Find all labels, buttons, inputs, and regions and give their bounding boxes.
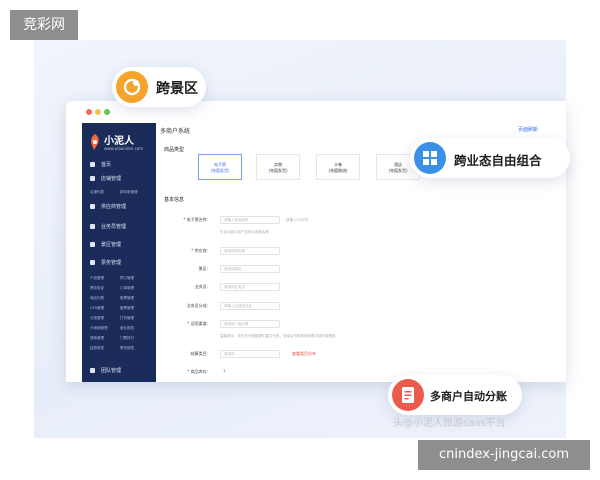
form-row: 可自动显示商户名称与商品名称 xyxy=(220,230,269,234)
refresh-link[interactable]: 页面刷新 xyxy=(518,126,538,133)
product-type-tile-eticket[interactable]: 电子票 (充值发货) xyxy=(198,154,242,180)
form-row: 结算类目: 请选择 查看类目分布 xyxy=(156,349,566,361)
logo-icon xyxy=(91,134,99,150)
maximize-window-button[interactable] xyxy=(104,109,110,115)
form-row: 业务员: 请选择业务员 xyxy=(156,282,566,294)
sidebar-subitem[interactable]: 套票管理 xyxy=(120,306,134,311)
document-icon xyxy=(392,379,424,411)
eticket-name-input[interactable]: 请输入商品名称 xyxy=(220,216,280,224)
category-distribution-link[interactable]: 查看类目分布 xyxy=(292,349,316,359)
badge-cross-business: 跨业态自由组合 xyxy=(410,138,570,178)
logo-text: 小泥人 xyxy=(104,136,134,147)
badge-cross-scenic: 跨景区 xyxy=(112,67,206,107)
basic-info-title: 基本信息 xyxy=(164,197,185,203)
badge-auto-split: 多商户自动分账 xyxy=(388,375,522,415)
sidebar-subitem[interactable]: 分销商管理 xyxy=(90,326,108,331)
sidebar-item-store[interactable]: 店铺管理 xyxy=(82,173,156,185)
sidebar-subitem[interactable]: 预订管理 xyxy=(120,276,134,281)
form-row: 业务员分成: 请输入分成百分比 xyxy=(156,301,566,313)
home-icon xyxy=(90,162,95,167)
sidebar-subitem[interactable]: OTA管理 xyxy=(90,306,104,311)
watermark-bottom: cnindex-jingcai.com xyxy=(418,440,590,470)
badge-label: 跨业态自由组合 xyxy=(454,153,542,168)
logo: 小泥人 www.xiaoniren.com xyxy=(88,131,152,157)
sidebar: 小泥人 www.xiaoniren.com 首页 店铺管理 店铺列表 新商家管理… xyxy=(82,123,156,382)
badge-label: 跨景区 xyxy=(156,81,198,97)
star-icon xyxy=(90,242,95,247)
salesman-share-input[interactable]: 请输入分成百分比 xyxy=(220,302,280,310)
channel-select[interactable]: 请选择一级分类 xyxy=(220,320,280,328)
sidebar-subitem[interactable]: 取票管理 xyxy=(120,296,134,301)
form-row: * 电子票名称: 请输入商品名称 该输入50字符 xyxy=(183,216,308,224)
user-icon xyxy=(90,224,95,229)
form-row: * 供应商: 请选择供应商 xyxy=(156,246,566,258)
minimize-window-button[interactable] xyxy=(95,109,101,115)
sidebar-item-ticket[interactable]: 票务管理 xyxy=(82,257,156,269)
sidebar-item-home[interactable]: 首页 xyxy=(82,159,156,171)
cross-scenic-icon xyxy=(116,71,148,103)
category-select[interactable]: 请选择 xyxy=(220,350,280,358)
sidebar-subitem[interactable]: 分类管理 xyxy=(90,316,104,321)
sidebar-subitem[interactable]: 订单管理 xyxy=(120,286,134,291)
store-icon xyxy=(90,176,95,181)
sidebar-subitem[interactable]: 产品管理 xyxy=(90,276,104,281)
sidebar-subitem[interactable]: 门票排行 xyxy=(120,336,134,341)
sidebar-subitem[interactable]: 票务验证 xyxy=(90,286,104,291)
screenshot: 小泥人 www.xiaoniren.com 首页 店铺管理 店铺列表 新商家管理… xyxy=(0,0,600,480)
sidebar-subitem[interactable]: 结算报表 xyxy=(90,346,104,351)
form-row: * 适用渠道: 请选择一级分类 xyxy=(156,319,566,331)
sidebar-subitem[interactable]: 商品列表 xyxy=(90,296,104,301)
form-row: 温馨提示：须先在分类管理中建立分类，选择后可在商品列表中按分类筛选 xyxy=(220,334,336,338)
sidebar-subitem[interactable]: 退款管理 xyxy=(90,336,104,341)
grid-icon xyxy=(414,142,446,174)
sidebar-item-scenic[interactable]: 景区管理 xyxy=(82,239,156,251)
supplier-icon xyxy=(90,204,95,209)
sidebar-item-salesman[interactable]: 业务员管理 xyxy=(82,221,156,233)
sidebar-subitem[interactable]: 新商家管理 xyxy=(120,190,138,195)
watermark-top: 竞彩网 xyxy=(10,10,78,40)
sidebar-item-team[interactable]: 团队管理 xyxy=(82,365,156,377)
product-type-tile-voucher[interactable]: 卡卷 (充值物流) xyxy=(316,154,360,180)
supplier-select[interactable]: 请选择供应商 xyxy=(220,247,280,255)
product-type-tile-physical[interactable]: 实物 (充值发货) xyxy=(256,154,300,180)
sidebar-subitem[interactable]: 打折管理 xyxy=(120,316,134,321)
team-icon xyxy=(90,368,95,373)
breadcrumb[interactable]: 多商户系统 xyxy=(160,126,190,135)
scenic-select[interactable]: 请选择景区 xyxy=(220,265,280,273)
ticket-icon xyxy=(90,260,95,265)
social-watermark: 头@小泥人旅游saas平台 xyxy=(393,418,506,429)
sidebar-subitem[interactable]: 票务报表 xyxy=(120,346,134,351)
sidebar-subitem[interactable]: 店铺列表 xyxy=(90,190,104,195)
stock-input[interactable]: 1 xyxy=(220,368,280,376)
logo-subtitle: www.xiaoniren.com xyxy=(104,146,144,151)
sidebar-item-supplier[interactable]: 供应商管理 xyxy=(82,201,156,213)
form-row: 景区: 请选择景区 xyxy=(156,264,566,276)
badge-label: 多商户自动分账 xyxy=(430,390,507,403)
salesman-select[interactable]: 请选择业务员 xyxy=(220,283,280,291)
product-type-title: 商品类型 xyxy=(164,147,185,153)
sidebar-subitem[interactable]: 营业报表 xyxy=(120,326,134,331)
close-window-button[interactable] xyxy=(86,109,92,115)
